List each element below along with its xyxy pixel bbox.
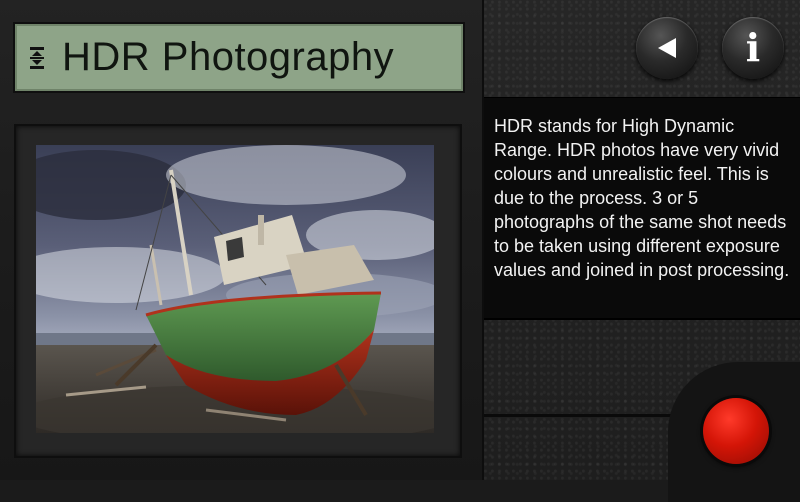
page-title: HDR Photography bbox=[62, 35, 395, 79]
description-text: HDR stands for High Dynamic Range. HDR p… bbox=[494, 116, 790, 280]
expand-collapse-icon[interactable] bbox=[28, 45, 46, 71]
title-bar: HDR Photography bbox=[13, 22, 465, 93]
back-button[interactable] bbox=[636, 17, 698, 79]
photo-frame bbox=[14, 124, 462, 458]
info-button[interactable]: i bbox=[722, 17, 784, 79]
description-box: HDR stands for High Dynamic Range. HDR p… bbox=[484, 97, 800, 320]
info-icon: i bbox=[745, 25, 761, 70]
back-arrow-icon bbox=[658, 38, 676, 58]
hdr-boat-photo bbox=[36, 145, 434, 433]
record-button[interactable] bbox=[703, 398, 769, 464]
